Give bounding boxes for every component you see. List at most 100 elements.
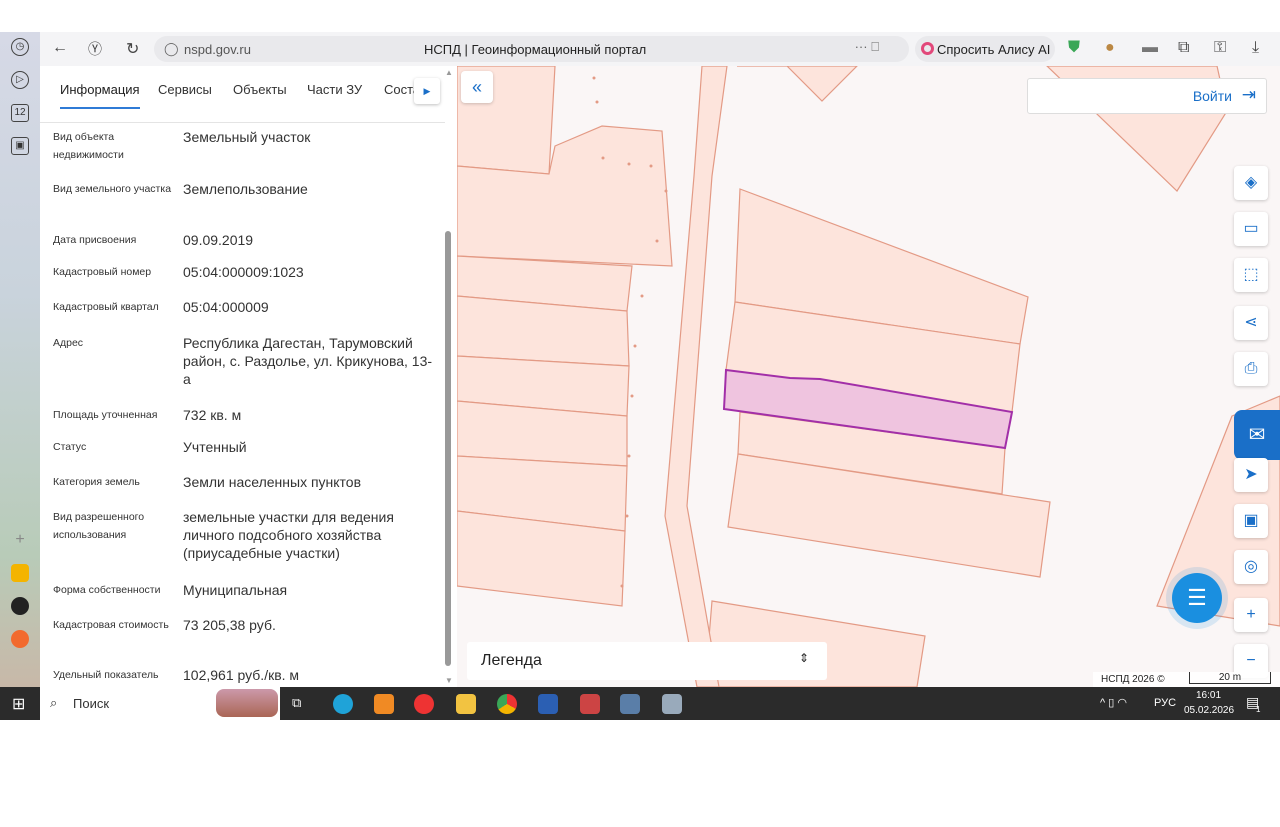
tab-objects[interactable]: Объекты — [233, 82, 287, 97]
field-value: 732 кв. м — [183, 407, 242, 423]
taskbar-search[interactable]: ⌕ Поиск — [40, 687, 280, 720]
field-value: 05:04:000009:1023 — [183, 264, 304, 280]
scroll-down-icon[interactable]: ▼ — [445, 676, 453, 685]
field-value: Земельный участок — [183, 129, 311, 145]
app-icon[interactable] — [11, 630, 29, 648]
winrar-icon[interactable] — [580, 694, 600, 714]
alice-label: Спросить Алису AI — [937, 42, 1051, 57]
more-icon[interactable]: ··· ⎕ — [855, 39, 879, 55]
back-icon[interactable]: ← — [52, 39, 68, 57]
login-icon[interactable]: ⇥ — [1242, 85, 1256, 105]
info-panel: Информация Сервисы Объекты Части ЗУ Сост… — [40, 66, 457, 687]
page-title: НСПД | Геоинформационный портал — [424, 42, 647, 57]
word-icon[interactable] — [538, 694, 558, 714]
ask-alice-button[interactable]: Спросить Алису AI — [915, 36, 1055, 62]
layers-button[interactable]: ◈ — [1234, 166, 1268, 200]
tab-composition[interactable]: Соста — [384, 82, 416, 97]
search-highlight-image — [216, 689, 278, 717]
calculator-icon[interactable] — [620, 694, 640, 714]
play-icon[interactable]: ▷ — [11, 71, 29, 89]
scrollbar[interactable] — [445, 231, 451, 666]
yandex-icon[interactable]: Ⓨ — [88, 39, 102, 59]
scroll-up-icon[interactable]: ▲ — [445, 68, 453, 77]
extension-icon[interactable]: ● — [1105, 39, 1115, 57]
tabs-next-button[interactable]: ▶ — [414, 78, 440, 104]
field-label: Площадь уточненная — [53, 409, 158, 421]
field-label: Адрес — [53, 337, 84, 349]
field-value: 102,961 руб./кв. м — [183, 667, 300, 683]
chevron-updown-icon[interactable]: ⇕ — [799, 651, 809, 665]
map-canvas — [457, 66, 1280, 687]
screenshot-icon[interactable]: ▣ — [11, 137, 29, 155]
shield-icon: ◯ — [164, 41, 179, 56]
add-icon[interactable]: + — [11, 532, 29, 550]
field-label: Статус — [53, 441, 87, 453]
search-icon: ⌕ — [50, 695, 58, 710]
screen: ◷ ▷ 12 ▣ + ← Ⓨ ↻ ◯ nspd.gov.ru НСПД | Ге… — [0, 32, 1280, 720]
chrome-icon[interactable] — [497, 694, 517, 714]
scale-bar: 20 m — [1189, 672, 1271, 684]
task-view-icon[interactable]: ⧉ — [292, 695, 301, 711]
select-area-button[interactable]: ⬚ — [1234, 258, 1268, 292]
collapse-panel-button[interactable]: « — [461, 71, 493, 103]
field-label: Кадастровый номер — [53, 266, 152, 278]
tray-icons[interactable]: ^ ▯ ◠ — [1100, 696, 1127, 709]
share-button[interactable]: ⋖ — [1234, 306, 1268, 340]
address-bar[interactable]: ◯ nspd.gov.ru НСПД | Геоинформационный п… — [154, 36, 909, 62]
alice-icon — [921, 42, 934, 55]
login-bar: Войти ⇥ — [1027, 78, 1267, 114]
yandex-browser-icon[interactable] — [414, 694, 434, 714]
app-icon[interactable] — [11, 597, 29, 615]
minimap-button[interactable]: ▣ — [1234, 504, 1268, 538]
field-label: Удельный показатель — [53, 669, 159, 681]
attribution: НСПД 2026 © 20 m — [1093, 672, 1280, 687]
field-value: 73 205,38 руб. — [183, 617, 276, 633]
zoom-in-button[interactable]: + — [1234, 598, 1268, 632]
field-label: Вид объекта недвижимости — [53, 131, 124, 161]
locate-button[interactable]: ➤ — [1234, 458, 1268, 492]
field-value: Землепользование — [183, 181, 308, 197]
extensions-icon[interactable]: ⧉ — [1178, 39, 1189, 57]
field-value: 09.09.2019 — [183, 232, 254, 248]
windows-start-icon[interactable]: ⊞ — [12, 694, 25, 714]
app-icon[interactable] — [374, 694, 394, 714]
calendar-icon[interactable]: 12 — [11, 104, 29, 122]
language-indicator[interactable]: РУС — [1154, 697, 1176, 709]
field-value: земельные участки для ведения личного по… — [183, 509, 394, 561]
login-button[interactable]: Войти — [1193, 88, 1232, 104]
feedback-button[interactable]: ✉ — [1234, 410, 1280, 460]
edge-icon[interactable] — [333, 694, 353, 714]
history-icon[interactable]: ◷ — [11, 38, 29, 56]
clock-time[interactable]: 16:01 — [1196, 690, 1221, 701]
print-button[interactable]: ⎙ — [1234, 352, 1268, 386]
tab-services[interactable]: Сервисы — [158, 82, 212, 97]
field-label: Вид земельного участка — [53, 183, 172, 195]
app-icon[interactable] — [11, 564, 29, 582]
url-text: nspd.gov.ru — [184, 42, 251, 57]
download-icon[interactable]: ⤓ — [1252, 39, 1259, 57]
passwords-icon[interactable]: ⚿ — [1214, 39, 1226, 57]
clock-date[interactable]: 05.02.2026 — [1184, 705, 1234, 716]
field-label: Кадастровый квартал — [53, 301, 159, 313]
legend-label: Легенда — [481, 652, 542, 669]
chat-button[interactable]: ☰ — [1172, 573, 1222, 623]
field-label: Дата присвоения — [53, 234, 137, 246]
extension-icon[interactable]: ▬ — [1142, 39, 1158, 57]
browser-sidebar: ◷ ▷ 12 ▣ + — [0, 32, 40, 687]
copyright: НСПД 2026 © — [1101, 674, 1165, 685]
tab-info[interactable]: Информация — [60, 82, 140, 109]
paint-icon[interactable] — [662, 694, 682, 714]
field-label: Кадастровая стоимость — [53, 619, 169, 631]
field-label: Категория земель — [53, 476, 140, 488]
road — [664, 66, 728, 687]
browser-toolbar: ← Ⓨ ↻ ◯ nspd.gov.ru НСПД | Геоинформацио… — [40, 32, 1280, 66]
map[interactable]: « Войти ⇥ ◈ ▭ ⬚ ⋖ ⎙ ✉ ➤ ▣ ◎ + − ☰ Легенд… — [457, 66, 1280, 687]
ruler-button[interactable]: ▭ — [1234, 212, 1268, 246]
explorer-icon[interactable] — [456, 694, 476, 714]
notifications-count: 1 — [1256, 705, 1261, 714]
protect-icon[interactable]: ⛊ — [1068, 39, 1080, 57]
reload-icon[interactable]: ↻ — [126, 39, 139, 59]
search-location-button[interactable]: ◎ — [1234, 550, 1268, 584]
legend-bar[interactable]: Легенда ⇕ — [467, 642, 827, 680]
tab-parts[interactable]: Части ЗУ — [307, 82, 362, 97]
